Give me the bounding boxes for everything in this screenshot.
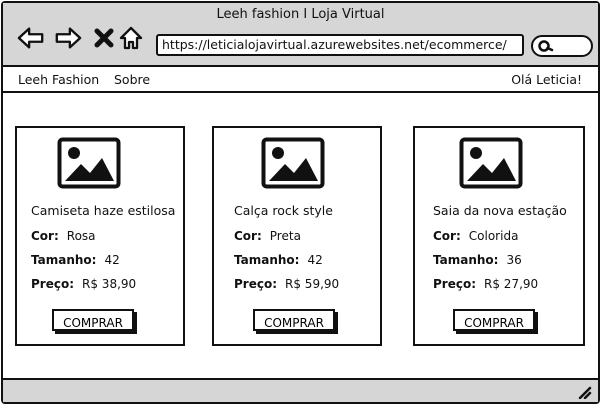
search-field[interactable] [531, 35, 593, 57]
product-card: Calça rock style Cor: Preta Tamanho: 42 Pr… [212, 126, 382, 346]
product-color-row: Cor: Preta [234, 229, 301, 243]
product-price-row: Preço: R$ 38,90 [31, 277, 136, 291]
product-price-row: Preço: R$ 27,90 [433, 277, 538, 291]
url-field[interactable]: https://leticialojavirtual.azurewebsites… [156, 34, 524, 56]
color-value: Colorida [468, 229, 519, 243]
browser-window: Leeh fashion I Loja Virtual https://leti… [1, 1, 600, 404]
buy-button[interactable]: COMPRAR [52, 309, 134, 331]
buy-button[interactable]: COMPRAR [453, 309, 535, 331]
product-card: Saia da nova estação Cor: Colorida Tamanh… [413, 126, 585, 346]
product-color-row: Cor: Rosa [31, 229, 96, 243]
size-value: 42 [104, 253, 120, 267]
product-card: Camiseta haze estilosa Cor: Rosa Tamanho:… [15, 126, 185, 346]
price-value: R$ 59,90 [285, 277, 340, 291]
color-value: Rosa [66, 229, 96, 243]
product-name: Calça rock style [234, 203, 333, 218]
price-label: Preço: [31, 277, 75, 291]
menu-item-about[interactable]: Sobre [114, 72, 150, 87]
size-value: 42 [307, 253, 323, 267]
resize-grip-icon[interactable] [576, 385, 592, 399]
image-icon [459, 137, 523, 189]
window-title: Leeh fashion I Loja Virtual [216, 7, 385, 22]
menu-item-brand[interactable]: Leeh Fashion [18, 72, 99, 87]
buy-button[interactable]: COMPRAR [253, 309, 335, 331]
search-icon [538, 40, 554, 52]
arrow-left-icon[interactable] [17, 25, 45, 51]
price-value: R$ 38,90 [82, 277, 137, 291]
product-price-row: Preço: R$ 59,90 [234, 277, 339, 291]
color-label: Cor: [31, 229, 59, 243]
size-label: Tamanho: [433, 253, 499, 267]
user-greeting: Olá Leticia! [511, 72, 582, 87]
status-bar [3, 378, 598, 402]
product-color-row: Cor: Colorida [433, 229, 518, 243]
size-value: 36 [506, 253, 522, 267]
color-label: Cor: [234, 229, 262, 243]
price-value: R$ 27,90 [484, 277, 539, 291]
color-value: Preta [269, 229, 301, 243]
product-size-row: Tamanho: 42 [234, 253, 323, 267]
price-label: Preço: [234, 277, 278, 291]
price-label: Preço: [433, 277, 477, 291]
image-icon [261, 137, 325, 189]
close-icon[interactable] [93, 25, 115, 51]
product-size-row: Tamanho: 42 [31, 253, 120, 267]
size-label: Tamanho: [31, 253, 97, 267]
product-size-row: Tamanho: 36 [433, 253, 522, 267]
home-icon[interactable] [118, 25, 144, 51]
menu-bar: Leeh Fashion Sobre Olá Leticia! [3, 67, 598, 93]
size-label: Tamanho: [234, 253, 300, 267]
product-name: Saia da nova estação [433, 203, 567, 218]
title-bar: Leeh fashion I Loja Virtual https://leti… [3, 3, 598, 67]
image-icon [57, 137, 121, 189]
color-label: Cor: [433, 229, 461, 243]
product-name: Camiseta haze estilosa [31, 203, 176, 218]
arrow-right-icon[interactable] [54, 25, 82, 51]
